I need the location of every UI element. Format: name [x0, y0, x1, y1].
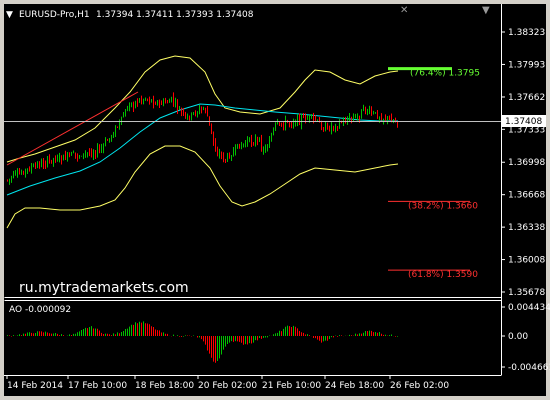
minimize-icon[interactable]: ▼ — [482, 5, 490, 16]
time-tick-label: 20 Feb 02:00 — [198, 381, 257, 391]
price-tick-label: 1.36998 — [508, 158, 545, 168]
price-tick-label: 1.37993 — [508, 60, 545, 70]
ao-tick-label: 0.004434 — [508, 303, 550, 313]
ao-tick-label: -0.004661 — [508, 363, 550, 373]
time-tick-label: 24 Feb 18:00 — [325, 381, 384, 391]
fib-level-label: (76.4%) 1.3795 — [410, 69, 480, 79]
price-axis-ticks: 1.383231.379931.376621.373331.369981.366… — [501, 28, 545, 298]
price-tick-label: 1.37662 — [508, 93, 545, 103]
time-tick-label: 26 Feb 02:00 — [390, 381, 449, 391]
symbol-marker-icon: ▼ — [6, 10, 13, 20]
symbol-title: EURUSD-Pro,H1 — [19, 10, 90, 20]
time-tick-label: 21 Feb 10:00 — [262, 381, 321, 391]
price-tick-label: 1.36668 — [508, 191, 545, 201]
price-tick-label: 1.36008 — [508, 256, 545, 266]
time-tick-label: 14 Feb 2014 — [7, 381, 63, 391]
fib-level-label: (38.2%) 1.3660 — [408, 201, 478, 211]
ao-label: AO -0.000092 — [9, 305, 71, 315]
time-tick-label: 18 Feb 18:00 — [135, 381, 194, 391]
price-tick-label: 1.38323 — [508, 28, 545, 38]
current-price-label: 1.37408 — [505, 117, 542, 127]
price-tick-label: 1.35678 — [508, 288, 545, 298]
fib-level-label: (61.8%) 1.3590 — [408, 270, 478, 280]
chart-canvas[interactable]: (76.4%) 1.3795 (38.2%) 1.3660 (61.8%) 1.35… — [0, 0, 550, 400]
time-tick-label: 17 Feb 10:00 — [68, 381, 127, 391]
watermark-text: ru.mytrademarkets.com — [19, 280, 189, 296]
ao-tick-label: 0.00 — [508, 332, 528, 342]
chart-window: (76.4%) 1.3795 (38.2%) 1.3660 (61.8%) 1.35… — [0, 0, 550, 400]
price-tick-label: 1.36338 — [508, 223, 545, 233]
close-icon[interactable]: ✕ — [400, 5, 408, 16]
ohlc-values: 1.37394 1.37411 1.37393 1.37408 — [96, 10, 254, 20]
chart-background — [4, 4, 546, 396]
